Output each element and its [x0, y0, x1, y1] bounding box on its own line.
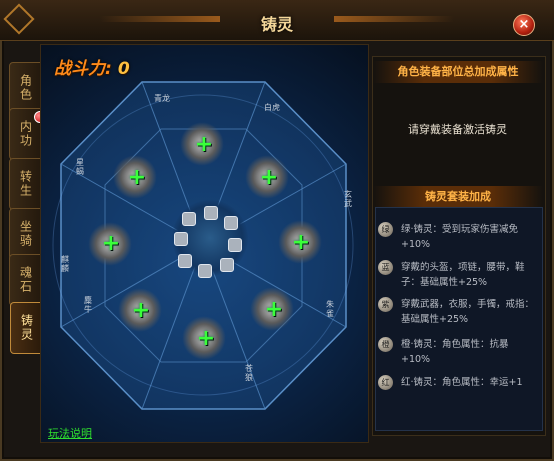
tab-zhuling[interactable]: 铸灵 [10, 302, 42, 354]
slot-zhuque-phoenix[interactable] [250, 287, 294, 331]
set-bonus-text: 橙·铸灵：角色属性：抗暴+10% [401, 339, 509, 365]
set-bonus-text: 红·铸灵：角色属性：幸运+1 [401, 377, 523, 388]
purple-quality-icon: 紫 [378, 297, 393, 312]
total-bonus-header: 角色装备部位总加成属性 [373, 61, 543, 83]
slot-baihu-tiger[interactable] [245, 155, 289, 199]
title-ornament-left [100, 16, 220, 22]
zhuling-window: 铸灵 × 角色 内功 转生 坐骑 魂石 铸灵 战斗力: 0 青龙 白虎 玄武 朱雀… [0, 0, 554, 461]
set-bonus-header: 铸灵套装加成 [373, 186, 543, 208]
equip-slot-bracelet[interactable] [174, 232, 188, 246]
blue-quality-icon: 蓝 [378, 260, 393, 275]
label-qilin: 麒麟 [61, 255, 69, 273]
label-baihu: 白虎 [264, 103, 280, 112]
tab-character-label: 角色 [18, 74, 33, 102]
slot-qilin[interactable] [88, 222, 132, 266]
tab-zhuling-label: 铸灵 [19, 314, 34, 342]
red-quality-icon: 红 [378, 375, 393, 390]
label-canglang: 苍狼 [245, 364, 253, 382]
slot-qinglong-dragon[interactable] [180, 122, 224, 166]
tab-rebirth-label: 转生 [18, 170, 33, 198]
set-bonus-text: 绿·铸灵：受到玩家伤害减免+10% [401, 224, 519, 250]
label-miniu: 麋牛 [84, 296, 92, 314]
tab-character[interactable]: 角色 [9, 62, 41, 114]
equip-slot-necklace[interactable] [228, 238, 242, 252]
tab-soulstone[interactable]: 魂石 [9, 254, 41, 306]
tab-rebirth[interactable]: 转生 [9, 158, 41, 210]
title-ornament-right [334, 16, 454, 22]
slot-miniu-ox[interactable] [118, 288, 162, 332]
equip-slot-belt[interactable] [220, 258, 234, 272]
gameplay-help-link[interactable]: 玩法说明 [48, 425, 92, 441]
slot-xingxie-scorpion[interactable] [113, 155, 157, 199]
orange-quality-icon: 橙 [378, 337, 393, 352]
slot-xuanwu-turtle[interactable] [278, 220, 322, 264]
window-title: 铸灵 [260, 15, 293, 34]
equip-slot-helmet[interactable] [224, 216, 238, 230]
close-button[interactable]: × [513, 14, 535, 36]
set-bonus-text: 穿戴武器，衣服，手镯，戒指：基础属性+25% [401, 299, 535, 325]
equip-slot-armor[interactable] [182, 212, 196, 226]
equip-slot-weapon[interactable] [204, 206, 218, 220]
equip-slot-boots[interactable] [198, 264, 212, 278]
label-qinglong: 青龙 [154, 94, 170, 103]
corner-ornament-left [3, 3, 35, 35]
green-quality-icon: 绿 [378, 222, 393, 237]
set-bonus-text: 穿戴的头盔，项链，腰带，鞋子：基础属性+25% [401, 262, 525, 288]
tab-mount-label: 坐骑 [18, 220, 33, 248]
tab-neigong-label: 内功 [18, 120, 33, 148]
combat-power-value: 0 [117, 59, 130, 79]
title-bar[interactable]: 铸灵 × [0, 0, 554, 41]
tab-soulstone-label: 魂石 [18, 266, 33, 294]
tab-mount[interactable]: 坐骑 [9, 208, 41, 260]
combat-power-label: 战斗力: [54, 59, 112, 79]
slot-canglang-wolf[interactable] [182, 316, 226, 360]
label-zhuque: 朱雀 [326, 300, 334, 318]
label-xuanwu: 玄武 [344, 190, 352, 208]
label-xingxie: 星蝎 [76, 158, 84, 176]
activation-hint: 请穿戴装备激活铸灵 [408, 123, 507, 136]
equip-slot-ring[interactable] [178, 254, 192, 268]
combat-power: 战斗力: 0 [54, 54, 130, 79]
